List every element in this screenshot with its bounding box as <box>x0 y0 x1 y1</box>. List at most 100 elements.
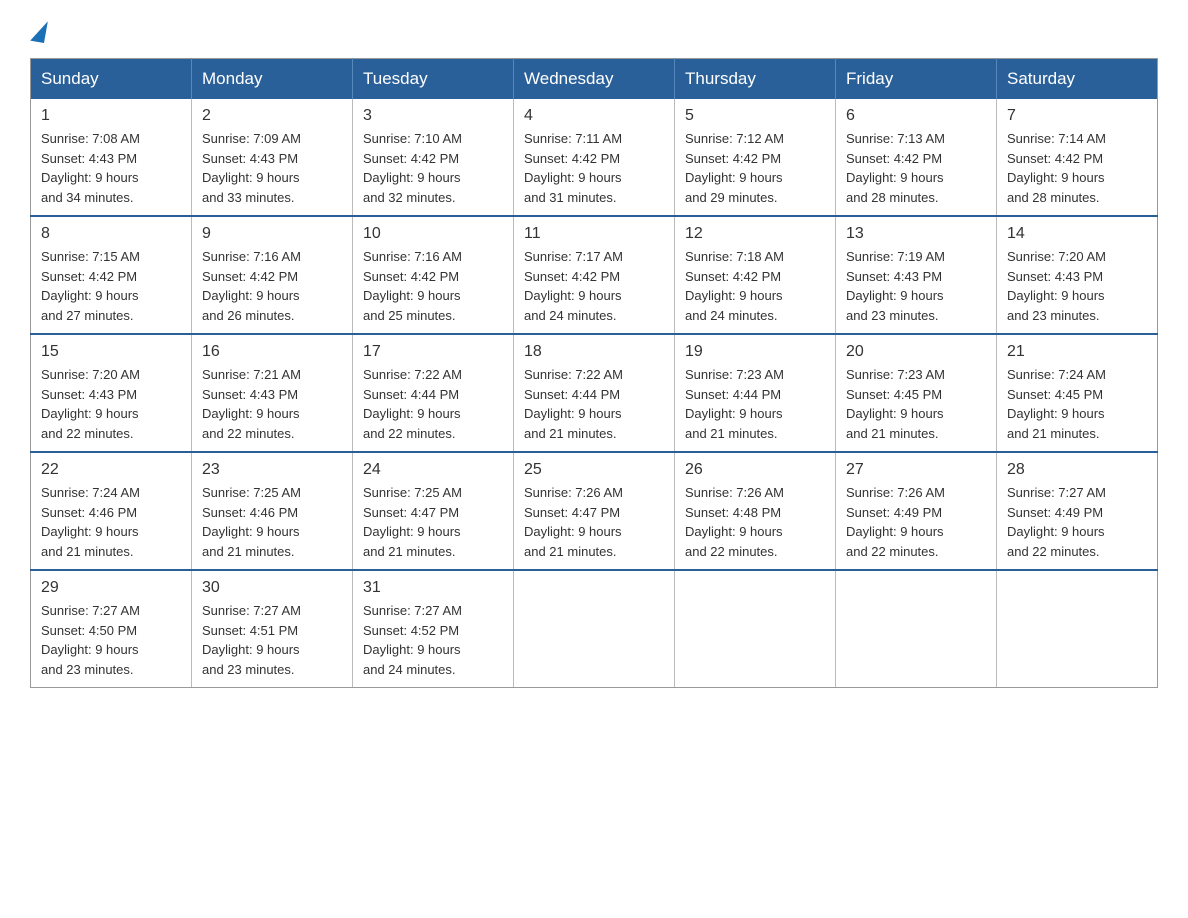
day-info: Sunrise: 7:15 AM Sunset: 4:42 PM Dayligh… <box>41 247 181 325</box>
day-info: Sunrise: 7:20 AM Sunset: 4:43 PM Dayligh… <box>41 365 181 443</box>
calendar-day-18: 18 Sunrise: 7:22 AM Sunset: 4:44 PM Dayl… <box>514 334 675 452</box>
day-info: Sunrise: 7:25 AM Sunset: 4:47 PM Dayligh… <box>363 483 503 561</box>
day-info: Sunrise: 7:27 AM Sunset: 4:52 PM Dayligh… <box>363 601 503 679</box>
empty-cell <box>514 570 675 688</box>
day-number: 17 <box>363 343 503 361</box>
day-number: 31 <box>363 579 503 597</box>
calendar-day-25: 25 Sunrise: 7:26 AM Sunset: 4:47 PM Dayl… <box>514 452 675 570</box>
day-number: 3 <box>363 107 503 125</box>
calendar-day-31: 31 Sunrise: 7:27 AM Sunset: 4:52 PM Dayl… <box>353 570 514 688</box>
calendar-week-1: 1 Sunrise: 7:08 AM Sunset: 4:43 PM Dayli… <box>31 99 1158 216</box>
day-number: 29 <box>41 579 181 597</box>
calendar-week-4: 22 Sunrise: 7:24 AM Sunset: 4:46 PM Dayl… <box>31 452 1158 570</box>
day-info: Sunrise: 7:14 AM Sunset: 4:42 PM Dayligh… <box>1007 129 1147 207</box>
calendar-day-15: 15 Sunrise: 7:20 AM Sunset: 4:43 PM Dayl… <box>31 334 192 452</box>
day-info: Sunrise: 7:27 AM Sunset: 4:50 PM Dayligh… <box>41 601 181 679</box>
day-info: Sunrise: 7:22 AM Sunset: 4:44 PM Dayligh… <box>363 365 503 443</box>
day-info: Sunrise: 7:21 AM Sunset: 4:43 PM Dayligh… <box>202 365 342 443</box>
day-info: Sunrise: 7:27 AM Sunset: 4:51 PM Dayligh… <box>202 601 342 679</box>
day-info: Sunrise: 7:16 AM Sunset: 4:42 PM Dayligh… <box>202 247 342 325</box>
calendar-day-2: 2 Sunrise: 7:09 AM Sunset: 4:43 PM Dayli… <box>192 99 353 216</box>
day-number: 25 <box>524 461 664 479</box>
calendar-day-28: 28 Sunrise: 7:27 AM Sunset: 4:49 PM Dayl… <box>997 452 1158 570</box>
calendar-day-8: 8 Sunrise: 7:15 AM Sunset: 4:42 PM Dayli… <box>31 216 192 334</box>
day-number: 6 <box>846 107 986 125</box>
day-number: 30 <box>202 579 342 597</box>
header-tuesday: Tuesday <box>353 59 514 100</box>
day-number: 8 <box>41 225 181 243</box>
empty-cell <box>836 570 997 688</box>
day-info: Sunrise: 7:08 AM Sunset: 4:43 PM Dayligh… <box>41 129 181 207</box>
day-number: 1 <box>41 107 181 125</box>
calendar-day-16: 16 Sunrise: 7:21 AM Sunset: 4:43 PM Dayl… <box>192 334 353 452</box>
header-monday: Monday <box>192 59 353 100</box>
day-number: 11 <box>524 225 664 243</box>
calendar-day-29: 29 Sunrise: 7:27 AM Sunset: 4:50 PM Dayl… <box>31 570 192 688</box>
calendar-day-24: 24 Sunrise: 7:25 AM Sunset: 4:47 PM Dayl… <box>353 452 514 570</box>
header-wednesday: Wednesday <box>514 59 675 100</box>
day-number: 16 <box>202 343 342 361</box>
day-info: Sunrise: 7:24 AM Sunset: 4:45 PM Dayligh… <box>1007 365 1147 443</box>
day-info: Sunrise: 7:26 AM Sunset: 4:48 PM Dayligh… <box>685 483 825 561</box>
calendar-day-26: 26 Sunrise: 7:26 AM Sunset: 4:48 PM Dayl… <box>675 452 836 570</box>
day-number: 26 <box>685 461 825 479</box>
day-info: Sunrise: 7:18 AM Sunset: 4:42 PM Dayligh… <box>685 247 825 325</box>
calendar-day-9: 9 Sunrise: 7:16 AM Sunset: 4:42 PM Dayli… <box>192 216 353 334</box>
day-info: Sunrise: 7:20 AM Sunset: 4:43 PM Dayligh… <box>1007 247 1147 325</box>
calendar-day-10: 10 Sunrise: 7:16 AM Sunset: 4:42 PM Dayl… <box>353 216 514 334</box>
day-info: Sunrise: 7:09 AM Sunset: 4:43 PM Dayligh… <box>202 129 342 207</box>
day-number: 13 <box>846 225 986 243</box>
calendar-day-11: 11 Sunrise: 7:17 AM Sunset: 4:42 PM Dayl… <box>514 216 675 334</box>
day-info: Sunrise: 7:22 AM Sunset: 4:44 PM Dayligh… <box>524 365 664 443</box>
day-info: Sunrise: 7:12 AM Sunset: 4:42 PM Dayligh… <box>685 129 825 207</box>
day-number: 9 <box>202 225 342 243</box>
day-info: Sunrise: 7:23 AM Sunset: 4:45 PM Dayligh… <box>846 365 986 443</box>
calendar-day-12: 12 Sunrise: 7:18 AM Sunset: 4:42 PM Dayl… <box>675 216 836 334</box>
calendar-day-1: 1 Sunrise: 7:08 AM Sunset: 4:43 PM Dayli… <box>31 99 192 216</box>
day-number: 27 <box>846 461 986 479</box>
calendar-table: SundayMondayTuesdayWednesdayThursdayFrid… <box>30 58 1158 688</box>
calendar-header-row: SundayMondayTuesdayWednesdayThursdayFrid… <box>31 59 1158 100</box>
day-info: Sunrise: 7:25 AM Sunset: 4:46 PM Dayligh… <box>202 483 342 561</box>
calendar-day-21: 21 Sunrise: 7:24 AM Sunset: 4:45 PM Dayl… <box>997 334 1158 452</box>
calendar-day-6: 6 Sunrise: 7:13 AM Sunset: 4:42 PM Dayli… <box>836 99 997 216</box>
day-number: 21 <box>1007 343 1147 361</box>
header-saturday: Saturday <box>997 59 1158 100</box>
day-number: 18 <box>524 343 664 361</box>
calendar-day-30: 30 Sunrise: 7:27 AM Sunset: 4:51 PM Dayl… <box>192 570 353 688</box>
header-sunday: Sunday <box>31 59 192 100</box>
day-info: Sunrise: 7:26 AM Sunset: 4:47 PM Dayligh… <box>524 483 664 561</box>
day-number: 28 <box>1007 461 1147 479</box>
day-info: Sunrise: 7:26 AM Sunset: 4:49 PM Dayligh… <box>846 483 986 561</box>
calendar-week-5: 29 Sunrise: 7:27 AM Sunset: 4:50 PM Dayl… <box>31 570 1158 688</box>
day-number: 19 <box>685 343 825 361</box>
calendar-day-4: 4 Sunrise: 7:11 AM Sunset: 4:42 PM Dayli… <box>514 99 675 216</box>
calendar-day-5: 5 Sunrise: 7:12 AM Sunset: 4:42 PM Dayli… <box>675 99 836 216</box>
day-number: 10 <box>363 225 503 243</box>
day-number: 22 <box>41 461 181 479</box>
calendar-day-19: 19 Sunrise: 7:23 AM Sunset: 4:44 PM Dayl… <box>675 334 836 452</box>
day-number: 24 <box>363 461 503 479</box>
calendar-day-7: 7 Sunrise: 7:14 AM Sunset: 4:42 PM Dayli… <box>997 99 1158 216</box>
empty-cell <box>675 570 836 688</box>
day-info: Sunrise: 7:13 AM Sunset: 4:42 PM Dayligh… <box>846 129 986 207</box>
empty-cell <box>997 570 1158 688</box>
day-number: 15 <box>41 343 181 361</box>
day-info: Sunrise: 7:24 AM Sunset: 4:46 PM Dayligh… <box>41 483 181 561</box>
day-number: 12 <box>685 225 825 243</box>
day-number: 7 <box>1007 107 1147 125</box>
calendar-day-13: 13 Sunrise: 7:19 AM Sunset: 4:43 PM Dayl… <box>836 216 997 334</box>
calendar-day-17: 17 Sunrise: 7:22 AM Sunset: 4:44 PM Dayl… <box>353 334 514 452</box>
calendar-week-3: 15 Sunrise: 7:20 AM Sunset: 4:43 PM Dayl… <box>31 334 1158 452</box>
page-header <box>30 20 1158 38</box>
logo-triangle-icon <box>30 19 48 43</box>
day-info: Sunrise: 7:11 AM Sunset: 4:42 PM Dayligh… <box>524 129 664 207</box>
day-info: Sunrise: 7:19 AM Sunset: 4:43 PM Dayligh… <box>846 247 986 325</box>
day-number: 2 <box>202 107 342 125</box>
day-info: Sunrise: 7:27 AM Sunset: 4:49 PM Dayligh… <box>1007 483 1147 561</box>
day-number: 5 <box>685 107 825 125</box>
day-info: Sunrise: 7:17 AM Sunset: 4:42 PM Dayligh… <box>524 247 664 325</box>
header-thursday: Thursday <box>675 59 836 100</box>
calendar-week-2: 8 Sunrise: 7:15 AM Sunset: 4:42 PM Dayli… <box>31 216 1158 334</box>
day-info: Sunrise: 7:10 AM Sunset: 4:42 PM Dayligh… <box>363 129 503 207</box>
